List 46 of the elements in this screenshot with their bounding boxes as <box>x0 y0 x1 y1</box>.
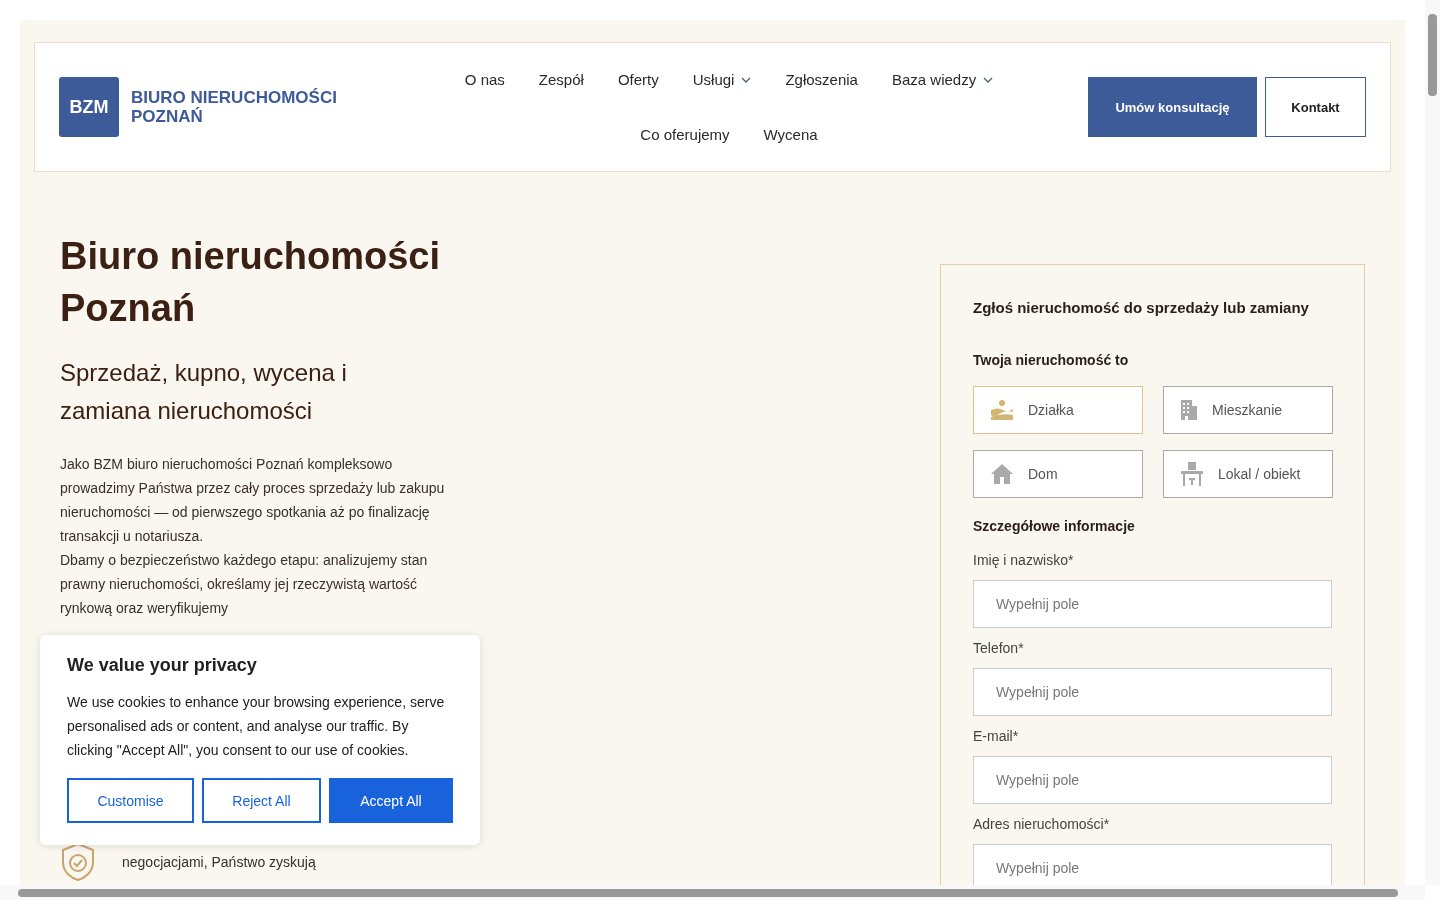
input-field[interactable]: Wypełnij pole <box>973 580 1332 628</box>
shield-check-icon <box>60 842 96 882</box>
caret-icon <box>983 76 994 83</box>
intro-paragraph: Jako BZM biuro nieruchomości Poznań kompleksowo prowadzimy Państwa przez cały proces sprzedaży lub zakupu nieruchomości — od pierwszego spotkania aż po finalizację transakcji u notariusza. <box>60 455 445 546</box>
field-label: Imię i nazwisko* <box>973 552 1075 568</box>
field-label: Telefon* <box>973 640 1025 656</box>
feature-text: negocjacjami, Państwo zyskują <box>122 853 317 871</box>
nav-link[interactable]: Baza wiedzy <box>891 71 994 88</box>
nav-link[interactable]: Zgłoszenia <box>785 71 858 88</box>
section-label: Szczegółowe informacje <box>973 518 1136 534</box>
caret-icon <box>741 76 752 83</box>
cookie-title: We value your privacy <box>67 655 258 676</box>
input-field[interactable]: Wypełnij pole <box>973 668 1332 716</box>
accept-button[interactable]: Accept All <box>329 778 453 823</box>
horizontal-scrollbar[interactable] <box>0 885 1425 900</box>
vertical-scrollbar[interactable] <box>1425 0 1440 885</box>
consultation-button[interactable]: Umów konsultację <box>1088 77 1257 137</box>
desk-icon <box>1180 461 1204 487</box>
property-type-option[interactable]: Dom <box>973 450 1143 498</box>
nav-link[interactable]: Oferty <box>617 71 659 88</box>
logo-text[interactable]: BIURO NIERUCHOMOŚCI POZNAŃ <box>131 88 337 126</box>
field-label: E-mail* <box>973 728 1020 744</box>
input-field[interactable]: Wypełnij pole <box>973 756 1332 804</box>
nav-link[interactable]: Usługi <box>692 71 752 88</box>
building-icon <box>1180 399 1198 421</box>
property-type-option[interactable]: Mieszkanie <box>1163 386 1333 434</box>
section-label: Twoja nieruchomość to <box>973 352 1130 368</box>
page-subtitle: Sprzedaż, kupno, wycena i zamiana nieruchomości <box>60 358 348 426</box>
property-type-option[interactable]: Lokal / obiekt <box>1163 450 1333 498</box>
property-type-option[interactable]: Działka <box>973 386 1143 434</box>
field-label: Adres nieruchomości* <box>973 816 1111 832</box>
cookie-button[interactable]: Customise <box>67 778 194 823</box>
intro-paragraph: Dbamy o bezpieczeństwo każdego etapu: analizujemy stan prawny nieruchomości, określamy jej rzeczywistą wartość rynkową oraz weryfikujemy <box>60 551 429 618</box>
cookie-button[interactable]: Reject All <box>202 778 321 823</box>
form-title: Zgłoś nieruchomość do sprzedaży lub zamiany <box>973 299 1310 316</box>
input-field[interactable]: Wypełnij pole <box>973 844 1332 885</box>
page-title: Biuro nieruchomości Poznań <box>60 234 442 331</box>
cookie-text: We use cookies to enhance your browsing experience, serve personalised ads or content, and analyse our traffic. By clicking "Accept All", you consent to our use of cookies. <box>67 693 446 760</box>
nav-link[interactable]: Zespół <box>538 71 584 88</box>
landscape-icon <box>990 398 1014 422</box>
nav-link[interactable]: Co oferujemy <box>640 126 730 143</box>
contact-button[interactable]: Kontakt <box>1265 77 1366 137</box>
nav-link[interactable]: Wycena <box>763 126 818 143</box>
nav-link[interactable]: O nas <box>464 71 505 88</box>
logo-mark[interactable]: BZM <box>59 77 119 137</box>
house-icon <box>990 463 1014 485</box>
